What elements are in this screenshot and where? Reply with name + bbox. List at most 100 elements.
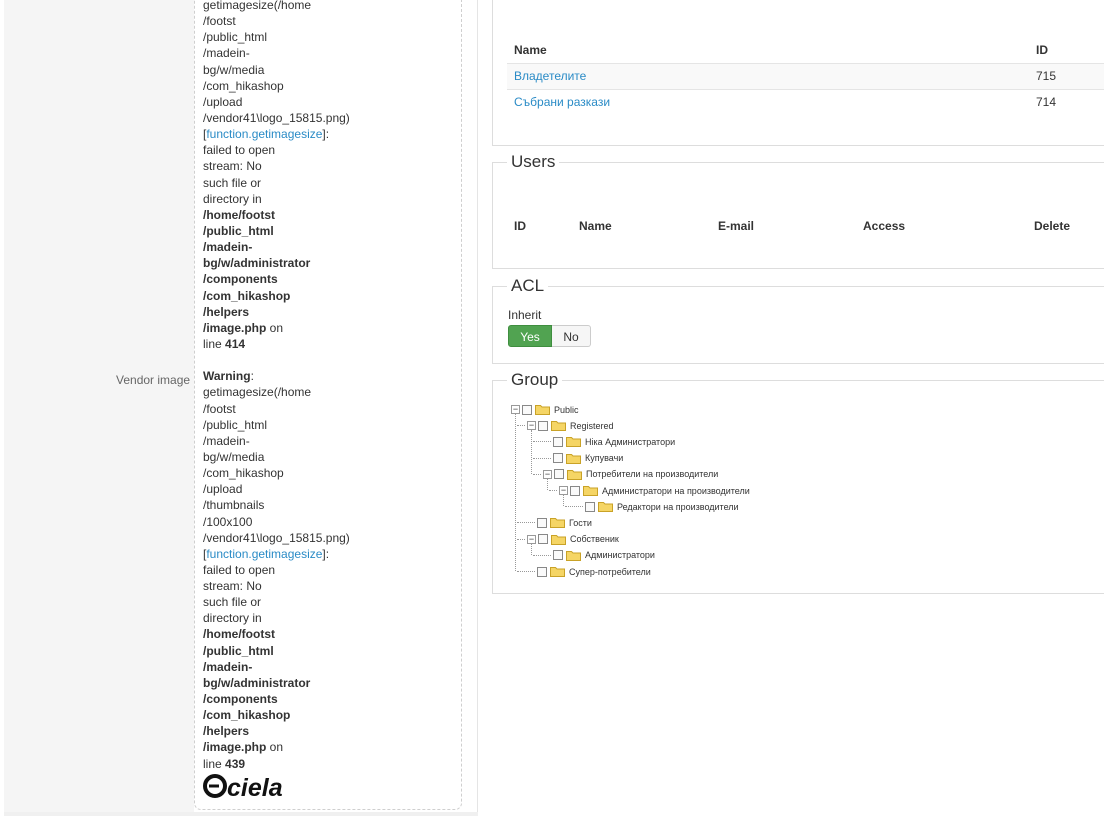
group-checkbox[interactable] (553, 550, 563, 561)
message-line: /components (203, 272, 278, 287)
folder-icon (566, 550, 585, 561)
collapse-icon[interactable]: − (511, 405, 520, 414)
collapse-icon[interactable]: − (527, 421, 536, 431)
tree-node[interactable]: Купувачи (553, 452, 623, 465)
message-line: /public_html (203, 223, 274, 238)
users-col-email: E-mail (718, 219, 755, 233)
message-line: stream: No (203, 579, 262, 594)
ciela-logo: ciela (203, 774, 283, 802)
tree-node-label: Гости (569, 517, 592, 528)
group-checkbox[interactable] (585, 501, 595, 512)
message-line: /com_hikashop (203, 708, 291, 723)
tree-connector (517, 571, 535, 572)
tree-node[interactable]: − Registered (527, 419, 614, 432)
group-checkbox[interactable] (554, 469, 564, 480)
message-line: /madein- (203, 240, 253, 255)
inherit-yes-button[interactable]: Yes (508, 325, 552, 347)
category-link[interactable]: Събрани разкази (514, 95, 610, 109)
message-line (203, 352, 461, 368)
group-checkbox[interactable] (537, 517, 547, 528)
message-line: /helpers (203, 304, 250, 319)
message-line: /madein- (203, 46, 250, 61)
tree-node-label: Registered (570, 420, 614, 431)
message-line: /madein- (203, 659, 253, 674)
collapse-icon[interactable]: − (559, 486, 568, 495)
tree-node[interactable]: Супер-потребители (537, 565, 651, 578)
group-checkbox[interactable] (553, 453, 563, 464)
table-row: Събрани разкази 714 (507, 89, 1104, 115)
tree-connector (515, 414, 516, 571)
category-link[interactable]: Владетелите (514, 69, 586, 83)
tree-node[interactable]: Ніка Администратори (553, 435, 675, 448)
folder-icon (566, 453, 585, 464)
users-fieldset: Users ID Name E-mail Access Delete (492, 152, 1104, 269)
message-line: /upload (203, 482, 243, 497)
message-line: /home/footst (203, 207, 275, 222)
message-line: failed to open (203, 562, 276, 577)
group-checkbox[interactable] (570, 485, 580, 496)
message-line: /footst (203, 401, 236, 416)
collapse-icon[interactable]: − (527, 534, 536, 544)
message-line: getimagesize(/home (203, 0, 312, 12)
tree-node-label: Редактори на производители (617, 501, 739, 512)
folder-icon (550, 566, 569, 577)
tree-connector (565, 506, 583, 508)
group-checkbox[interactable] (538, 534, 548, 545)
tree-node-label: Собственик (570, 534, 619, 545)
tree-node[interactable]: Гости (537, 516, 592, 529)
folder-icon (598, 501, 617, 513)
users-col-id: ID (514, 219, 526, 233)
table-row: Владетелите 715 (507, 63, 1104, 89)
tree-connector (533, 441, 551, 443)
group-checkbox[interactable] (538, 420, 548, 431)
users-col-access: Access (863, 219, 906, 233)
tree-node[interactable]: − Public (511, 403, 579, 416)
function-doc-link[interactable]: function.getimagesize (206, 547, 322, 561)
category-id: 714 (1036, 95, 1057, 110)
tree-node-label: Public (554, 404, 579, 415)
message-line: /image.php on (203, 320, 284, 335)
users-col-name: Name (579, 219, 612, 233)
categories-table: Name ID Владетелите 715 Събрани разкази … (507, 37, 1104, 115)
group-checkbox[interactable] (553, 436, 563, 447)
inherit-no-button[interactable]: No (552, 325, 591, 347)
function-doc-link[interactable]: function.getimagesize (206, 127, 322, 141)
group-checkbox[interactable] (522, 404, 532, 415)
tree-node[interactable]: Редактори на производители (585, 500, 739, 513)
group-fieldset: Group − Public − Registered Ніка Администрат… (492, 370, 1104, 594)
tree-node[interactable]: − Администратори на производители (559, 484, 750, 497)
categories-col-id: ID (1036, 42, 1048, 57)
vendor-image-label: Vendor image (116, 373, 191, 387)
message-line: line 414 (203, 336, 246, 351)
logo-text: ciela (227, 774, 283, 802)
tree-node[interactable]: − Собственик (527, 533, 619, 546)
tree-node[interactable]: Администратори (553, 549, 655, 562)
acl-fieldset: ACL Inherit Yes No (492, 276, 1104, 364)
tree-node-label: Купувачи (585, 453, 624, 464)
message-line: /vendor41\logo_15815.png) (203, 530, 350, 545)
folder-icon (551, 420, 570, 432)
group-checkbox[interactable] (537, 566, 547, 577)
folder-icon (567, 469, 586, 480)
message-line: directory in (203, 191, 262, 206)
tree-node-label: Супер-потребители (569, 566, 651, 577)
tree-node-label: Администратори (585, 550, 655, 561)
tree-node-label: Администратори на производители (602, 485, 750, 496)
message-line: bg/w/media (203, 449, 265, 464)
folder-icon (551, 534, 570, 545)
message-line: /public_html (203, 417, 268, 432)
message-line: stream: No (203, 159, 262, 174)
message-line: /com_hikashop (203, 78, 284, 93)
tree-connector (517, 522, 535, 524)
vendor-form-column: Vendor image getimagesize(/home/footst/p… (0, 0, 478, 816)
tree-connector (517, 425, 525, 427)
message-line: such file or (203, 595, 262, 610)
tree-node[interactable]: − Потребители на производители (543, 468, 718, 481)
message-line: failed to open (203, 143, 276, 158)
collapse-icon[interactable]: − (543, 469, 552, 479)
message-line: [function.getimagesize]: (203, 546, 330, 561)
bottom-strip (4, 812, 478, 816)
message-line: /image.php on (203, 740, 284, 755)
inherit-label: Inherit (508, 308, 542, 322)
message-line: directory in (203, 611, 262, 626)
